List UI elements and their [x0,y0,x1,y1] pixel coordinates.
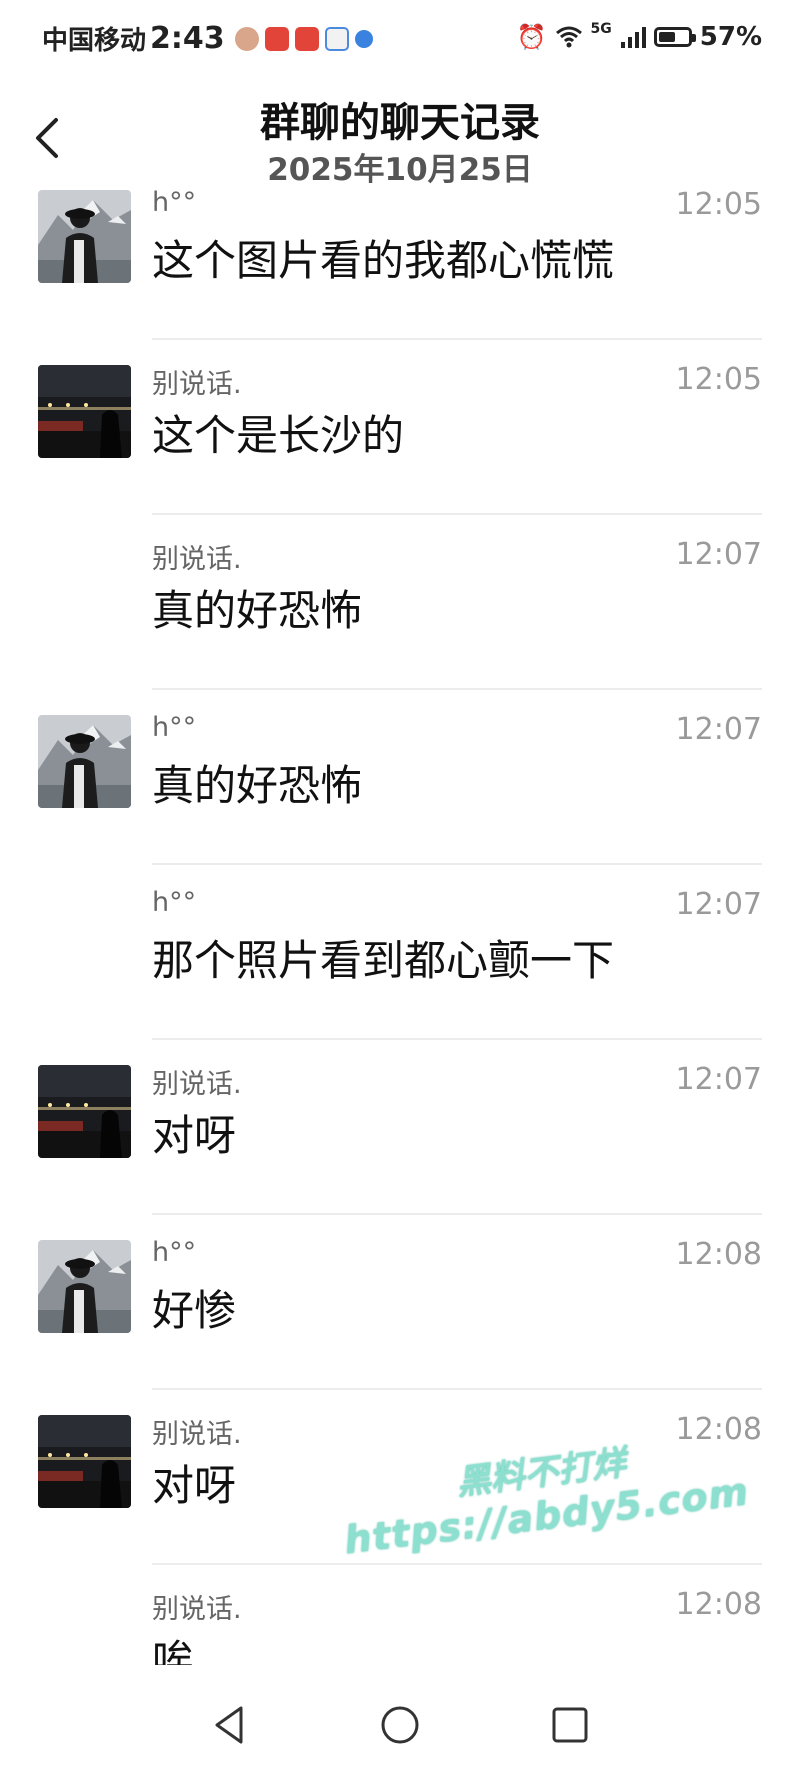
message-time: 12:07 [675,537,762,572]
avatar[interactable] [38,1415,131,1508]
avatar[interactable] [38,715,131,808]
message-item[interactable]: h°° 12:07 那个照片看到都心颤一下 [0,865,800,1040]
battery-level [658,32,675,42]
message-sender: h°° [152,1237,197,1268]
message-text: 对呀 [152,1111,237,1160]
app-notification-icon [294,26,319,51]
network-type: 5G [590,21,612,37]
message-sender: h°° [152,187,197,218]
signal-icon [620,27,646,48]
app-notification-icon [264,26,289,51]
app-notification-icon [234,26,259,51]
nav-back-button[interactable] [207,1702,253,1748]
message-item[interactable]: h°° 12:08 好惨 [0,1215,800,1390]
message-item[interactable]: h°° 12:07 真的好恐怖 [0,690,800,865]
message-text: 好惨 [152,1286,237,1335]
clock: 2:43 [150,21,225,56]
battery-percent: 57% [699,22,762,52]
message-time: 12:07 [675,887,762,922]
system-nav-bar [0,1680,800,1768]
status-bar-right: ⏰ 5G 57% [516,21,762,52]
message-sender: 别说话. [152,1069,242,1100]
notification-icons [234,26,373,51]
carrier-label: 中国移动 [42,26,147,56]
avatar[interactable] [38,365,131,458]
message-item[interactable]: h°° 12:05 这个图片看的我都心慌慌 [0,165,800,340]
message-text: 对呀 [152,1461,237,1510]
battery-icon [653,27,696,47]
status-bar: 中国移动 2:43 ⏰ 5G 57% [0,0,800,80]
message-text: 这个图片看的我都心慌慌 [152,236,615,285]
avatar[interactable] [38,1240,131,1333]
message-item[interactable]: 别说话. 12:08 对呀 [0,1390,800,1565]
status-bar-left: 中国移动 2:43 [42,20,373,57]
page-title: 群聊的聊天记录 [260,100,540,146]
message-time: 12:07 [675,1062,762,1097]
app-notification-icon [324,26,349,51]
message-sender: 别说话. [152,369,242,400]
message-sender: 别说话. [152,1419,242,1450]
nav-recents-button[interactable] [547,1702,593,1748]
message-item[interactable]: 别说话. 12:07 真的好恐怖 [0,515,800,690]
message-time: 12:05 [675,187,762,222]
message-sender: h°° [152,887,197,918]
avatar[interactable] [38,1065,131,1158]
message-item[interactable]: 别说话. 12:08 唉 [0,1565,800,1665]
nav-recents-icon [552,1707,588,1743]
message-text: 真的好恐怖 [152,586,363,635]
message-sender: 别说话. [152,544,242,575]
avatar[interactable] [38,190,131,283]
message-time: 12:08 [675,1587,762,1622]
message-text: 那个照片看到都心颤一下 [152,936,615,985]
message-sender: h°° [152,712,197,743]
message-sender: 别说话. [152,1594,242,1625]
message-time: 12:05 [675,362,762,397]
message-item[interactable]: 别说话. 12:07 对呀 [0,1040,800,1215]
nav-home-icon [381,1706,419,1744]
nav-back-icon [215,1706,243,1744]
message-time: 12:07 [675,712,762,747]
message-text: 真的好恐怖 [152,761,363,810]
message-text: 这个是长沙的 [152,411,405,460]
app-notification-icon [354,29,373,48]
message-list[interactable]: h°° 12:05 这个图片看的我都心慌慌 别说话. 12:05 这个是长沙的 别说话. 12… [0,165,800,1665]
message-item[interactable]: 别说话. 12:05 这个是长沙的 [0,340,800,515]
message-text: 唉 [152,1636,195,1665]
message-time: 12:08 [675,1412,762,1447]
wifi-icon [555,26,582,48]
nav-home-button[interactable] [377,1702,423,1748]
message-time: 12:08 [675,1237,762,1272]
alarm-icon: ⏰ [516,23,547,51]
